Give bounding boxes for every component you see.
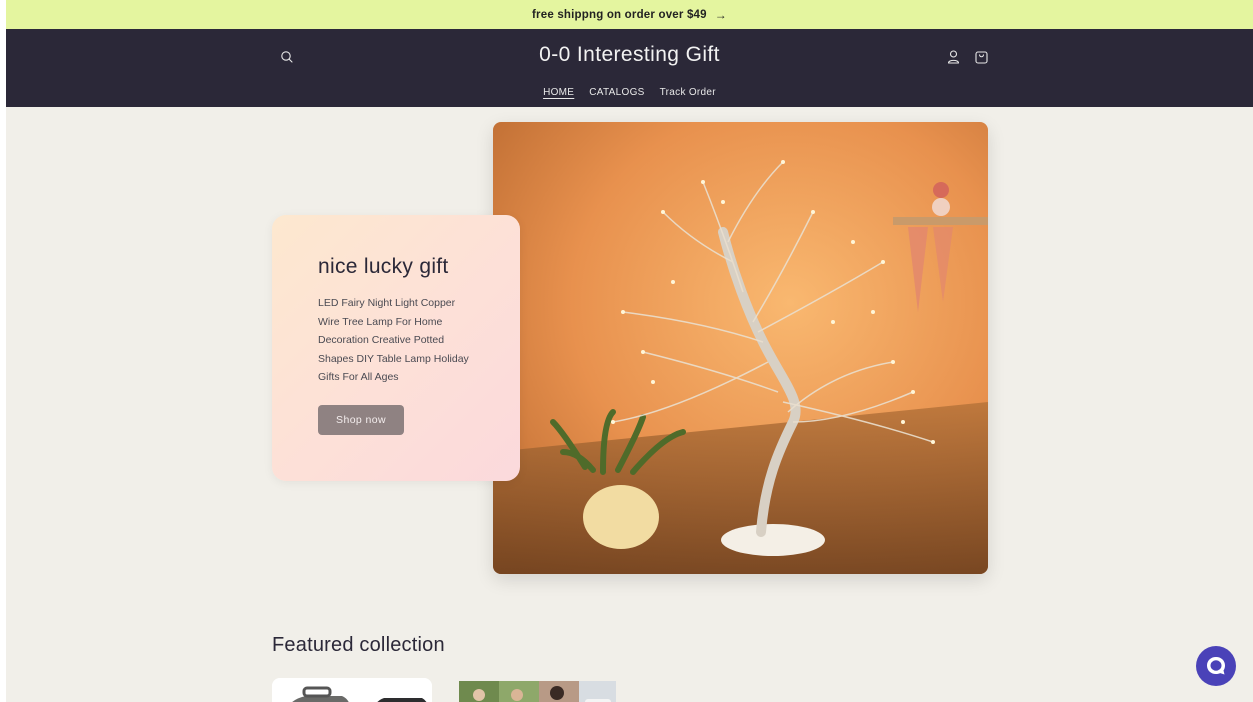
hero-card: nice lucky gift LED Fairy Night Light Co…	[272, 215, 520, 481]
site-header: 0-0 Interesting Gift HOME CATALOGS Track…	[6, 29, 1253, 107]
product-image	[272, 678, 432, 702]
cart-icon[interactable]	[974, 48, 989, 65]
shop-now-button[interactable]: Shop now	[318, 405, 404, 435]
arrow-right-icon: →	[714, 7, 727, 22]
main-content: nice lucky gift LED Fairy Night Light Co…	[6, 107, 1253, 702]
chat-button[interactable]	[1196, 646, 1236, 686]
page-frame: free shippng on order over $49 → 0-0 Int…	[6, 0, 1253, 702]
main-nav: HOME CATALOGS Track Order	[6, 87, 1253, 98]
hero-description: LED Fairy Night Light Copper Wire Tree L…	[318, 297, 469, 384]
product-card[interactable]	[459, 681, 616, 702]
chat-icon	[1207, 657, 1225, 675]
hero-title: nice lucky gift	[318, 255, 449, 278]
announcement-bar[interactable]: free shippng on order over $49 →	[6, 0, 1253, 29]
product-image	[459, 681, 616, 702]
product-card[interactable]	[272, 678, 432, 702]
account-icon[interactable]	[946, 49, 961, 65]
announcement-text: free shippng on order over $49	[532, 8, 707, 21]
nav-item-home[interactable]: HOME	[543, 87, 574, 98]
site-logo[interactable]: 0-0 Interesting Gift	[6, 43, 1253, 67]
featured-collection-title: Featured collection	[272, 634, 445, 656]
nav-item-track-order[interactable]: Track Order	[660, 87, 716, 98]
nav-item-catalogs[interactable]: CATALOGS	[589, 87, 644, 98]
hero-image	[493, 122, 988, 574]
